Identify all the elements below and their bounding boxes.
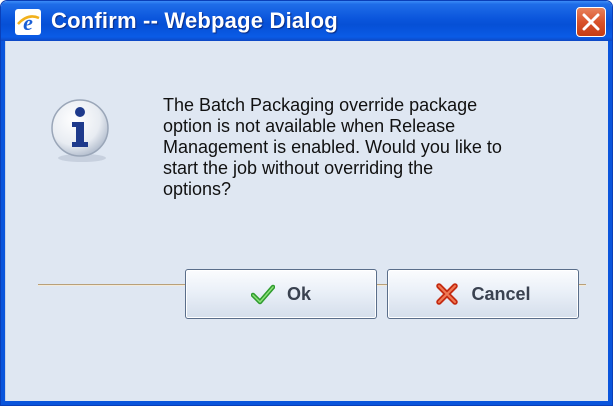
dialog-message: The Batch Packaging override package opt… — [163, 95, 502, 199]
ok-button-label: Ok — [286, 283, 311, 304]
close-icon — [582, 13, 600, 31]
red-x-icon — [436, 283, 459, 305]
close-button[interactable] — [576, 7, 606, 37]
window-title: Confirm -- Webpage Dialog — [51, 8, 338, 33]
window-frame-bottom — [1, 401, 612, 405]
cancel-button-label: Cancel — [471, 283, 531, 304]
svg-text:e: e — [23, 10, 33, 35]
information-icon — [46, 96, 114, 164]
ok-button[interactable]: Ok — [185, 269, 377, 319]
dialog-body: The Batch Packaging override package opt… — [5, 41, 608, 401]
cancel-button[interactable]: Cancel — [387, 269, 579, 319]
internet-explorer-icon: e — [15, 9, 41, 35]
window-frame-right — [608, 41, 612, 405]
dialog-window: e Confirm -- Webpage Dialog The Batch Pa… — [0, 0, 613, 406]
title-bar[interactable]: e Confirm -- Webpage Dialog — [1, 1, 612, 41]
green-checkmark-icon — [250, 284, 275, 305]
